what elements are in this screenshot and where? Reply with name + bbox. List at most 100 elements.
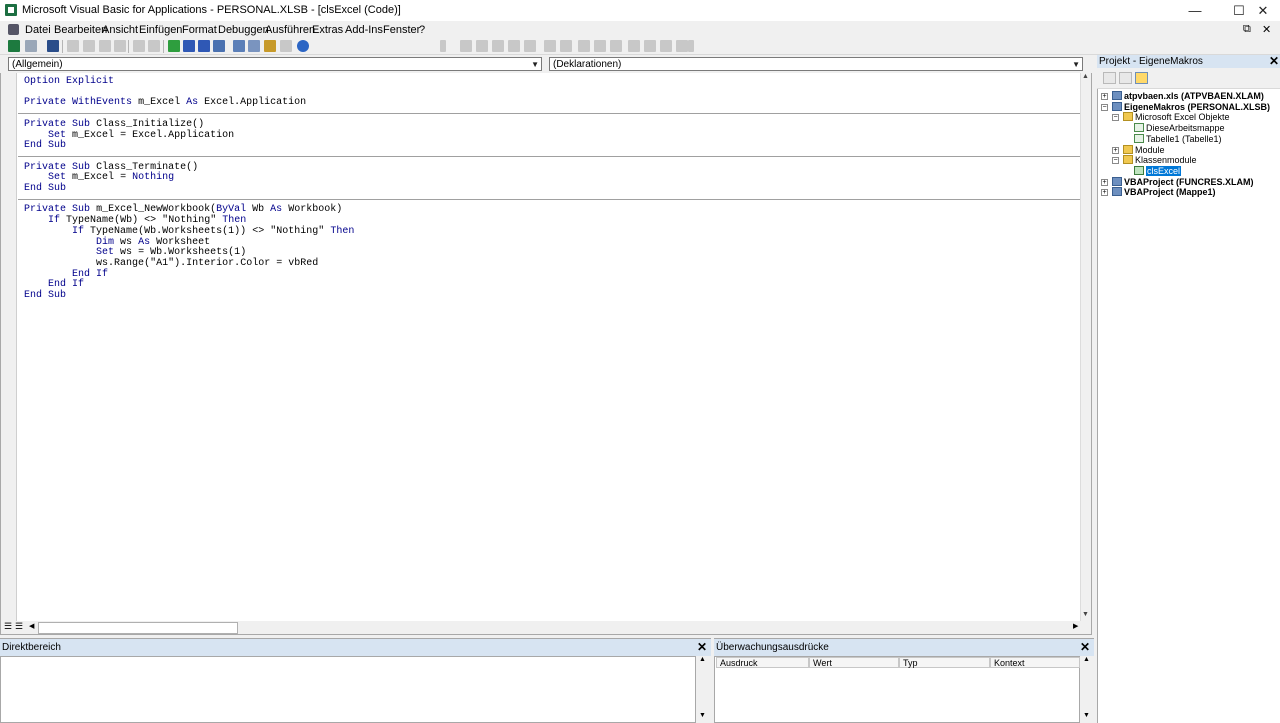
project-tree-item[interactable]: Module [1123, 144, 1165, 156]
outdent-icon[interactable] [560, 40, 572, 52]
scroll-up-icon[interactable]: ▲ [699, 656, 706, 663]
object-browser-icon[interactable] [264, 40, 276, 52]
collapse-icon[interactable]: − [1112, 114, 1119, 122]
indent-icon[interactable] [544, 40, 556, 52]
mdi-close-button[interactable]: ✕ [1262, 23, 1271, 36]
code-line[interactable]: Private Sub Class_Terminate() [24, 162, 198, 173]
code-line[interactable]: Set ws = Wb.Worksheets(1) [24, 247, 246, 258]
code-line[interactable]: If TypeName(Wb.Worksheets(1)) <> "Nothin… [24, 226, 354, 237]
minimize-button[interactable]: — [1178, 0, 1212, 21]
paste-icon[interactable] [99, 40, 111, 52]
scroll-left-icon[interactable]: ◀ [29, 622, 34, 630]
project-tree-item[interactable]: clsExcel [1134, 165, 1182, 177]
view-object-icon[interactable] [1119, 72, 1132, 84]
copy-icon[interactable] [83, 40, 95, 52]
code-line[interactable]: End Sub [24, 140, 66, 151]
toolbar-overflow-icon[interactable] [688, 40, 694, 52]
code-line[interactable]: End Sub [24, 290, 66, 301]
code-line[interactable]: ws.Range("A1").Interior.Color = vbRed [24, 258, 318, 269]
scroll-right-icon[interactable]: ▶ [1073, 622, 1078, 630]
code-vertical-scrollbar[interactable]: ▲ ▼ [1080, 73, 1091, 621]
stop-icon[interactable] [198, 40, 210, 52]
toggle-folders-icon[interactable] [1135, 72, 1148, 84]
project-tree-item[interactable]: VBAProject (FUNCRES.XLAM) [1112, 176, 1254, 188]
watch-column-ausdruck[interactable]: Ausdruck [716, 657, 809, 668]
menu-add-ins[interactable]: Add-Ins [345, 24, 383, 36]
design-mode-icon[interactable] [213, 40, 225, 52]
code-line[interactable]: Dim ws As Worksheet [24, 237, 210, 248]
menu-ansicht[interactable]: Ansicht [102, 24, 138, 36]
code-line[interactable]: End If [24, 269, 108, 280]
menu-datei[interactable]: Datei [25, 24, 51, 36]
vba-document-icon[interactable] [8, 24, 19, 35]
scroll-up-icon[interactable]: ▲ [1083, 656, 1090, 663]
code-line[interactable]: Set m_Excel = Excel.Application [24, 130, 234, 141]
code-horizontal-scrollbar[interactable]: ☰ ☰ ◀ ▶ [1, 621, 1091, 634]
menu-help[interactable]: ? [419, 24, 425, 36]
project-tree-item[interactable]: EigeneMakros (PERSONAL.XLSB) [1112, 101, 1270, 113]
close-window-button[interactable]: ✕ [1246, 0, 1280, 21]
toggle-bookmark-icon[interactable] [628, 40, 640, 52]
project-tree-item[interactable]: Klassenmodule [1123, 155, 1197, 166]
code-editor[interactable]: Option Explicit Private WithEvents m_Exce… [18, 73, 1080, 621]
expand-icon[interactable]: + [1112, 146, 1119, 154]
scroll-down-icon[interactable]: ▼ [1082, 611, 1089, 618]
cut-icon[interactable] [67, 40, 79, 52]
code-line[interactable]: Private Sub m_Excel_NewWorkbook(ByVal Wb… [24, 204, 342, 215]
properties-window-icon[interactable] [248, 40, 260, 52]
list-properties-icon[interactable] [460, 40, 472, 52]
quick-info-icon[interactable] [492, 40, 504, 52]
project-tree-item[interactable]: Microsoft Excel Objekte [1123, 112, 1230, 123]
toolbox-icon[interactable] [280, 40, 292, 52]
menu-fenster[interactable]: Fenster [383, 24, 420, 36]
code-line[interactable]: Set m_Excel = Nothing [24, 172, 174, 183]
expand-icon[interactable]: + [1101, 189, 1108, 197]
excel-view-icon[interactable] [8, 40, 20, 52]
find-icon[interactable] [114, 40, 126, 52]
undo-icon[interactable] [133, 40, 145, 52]
next-bookmark-icon[interactable] [644, 40, 656, 52]
horizontal-scroll-thumb[interactable] [38, 622, 238, 634]
scroll-down-icon[interactable]: ▼ [1083, 712, 1090, 719]
menu-bearbeiten[interactable]: Bearbeiten [54, 24, 107, 36]
menu-einfuegen[interactable]: Einfügen [139, 24, 182, 36]
project-explorer-icon[interactable] [233, 40, 245, 52]
close-immediate-button[interactable]: ✕ [697, 640, 707, 654]
full-module-view-icon[interactable]: ☰ [15, 621, 23, 632]
clear-bookmarks-icon[interactable] [676, 40, 688, 52]
procedure-dropdown[interactable]: (Deklarationen) ▼ [549, 57, 1083, 71]
project-tree-item[interactable]: DieseArbeitsmappe [1134, 123, 1225, 134]
uncomment-block-icon[interactable] [610, 40, 622, 52]
code-margin-indicator-bar[interactable] [1, 73, 17, 621]
run-icon[interactable] [168, 40, 180, 52]
redo-icon[interactable] [148, 40, 160, 52]
expand-icon[interactable]: + [1101, 93, 1108, 100]
expand-icon[interactable]: + [1101, 178, 1108, 186]
watch-vertical-scrollbar[interactable]: ▲ ▼ [1080, 656, 1093, 723]
close-watch-button[interactable]: ✕ [1080, 640, 1090, 654]
object-dropdown[interactable]: (Allgemein) ▼ [8, 57, 542, 71]
close-project-explorer-button[interactable]: ✕ [1269, 54, 1279, 68]
collapse-icon[interactable]: − [1101, 103, 1108, 111]
scroll-down-icon[interactable]: ▼ [699, 712, 706, 719]
code-line[interactable]: Private WithEvents m_Excel As Excel.Appl… [24, 97, 306, 108]
menu-format[interactable]: Format [182, 24, 217, 36]
complete-word-icon[interactable] [524, 40, 536, 52]
code-line[interactable]: Option Explicit [24, 76, 114, 87]
watch-column-typ[interactable]: Typ [899, 657, 990, 668]
parameter-info-icon[interactable] [508, 40, 520, 52]
code-line[interactable]: If TypeName(Wb) <> "Nothing" Then [24, 215, 246, 226]
menu-debuggen[interactable]: Debuggen [218, 24, 269, 36]
toggle-breakpoint-icon[interactable] [578, 40, 590, 52]
watch-column-wert[interactable]: Wert [809, 657, 899, 668]
watch-column-kontext[interactable]: Kontext [990, 657, 1080, 668]
procedure-view-icon[interactable]: ☰ [4, 621, 12, 632]
excel-app-icon[interactable] [5, 4, 17, 16]
immediate-vertical-scrollbar[interactable]: ▲ ▼ [696, 656, 710, 723]
collapse-icon[interactable]: − [1112, 157, 1119, 165]
view-code-icon[interactable] [1103, 72, 1116, 84]
save-icon[interactable] [47, 40, 59, 52]
code-line[interactable]: End If [24, 279, 84, 290]
project-tree-item[interactable]: Tabelle1 (Tabelle1) [1134, 133, 1222, 145]
help-icon[interactable] [297, 40, 309, 52]
